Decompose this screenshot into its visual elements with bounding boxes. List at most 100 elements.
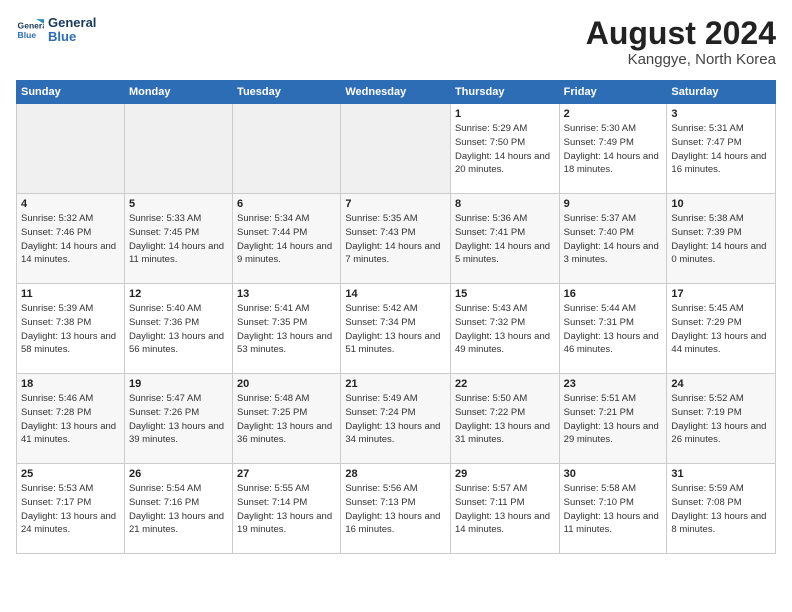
calendar-cell: 16 Sunrise: 5:44 AMSunset: 7:31 PMDayligh…: [559, 284, 667, 374]
calendar-cell: 9 Sunrise: 5:37 AMSunset: 7:40 PMDaylight…: [559, 194, 667, 284]
day-number: 2: [564, 108, 663, 120]
day-number: 3: [671, 108, 771, 120]
title-block: August 2024 Kanggye, North Korea: [586, 16, 776, 68]
day-info: Sunrise: 5:54 AMSunset: 7:16 PMDaylight:…: [129, 482, 228, 537]
day-info: Sunrise: 5:47 AMSunset: 7:26 PMDaylight:…: [129, 392, 228, 447]
day-info: Sunrise: 5:41 AMSunset: 7:35 PMDaylight:…: [237, 302, 336, 357]
day-header-sunday: Sunday: [17, 81, 125, 104]
day-number: 13: [237, 288, 336, 300]
calendar-cell: 6Sunrise: 5:34 AMSunset: 7:44 PMDaylight…: [233, 194, 341, 284]
day-number: 7: [345, 198, 446, 210]
calendar-body: 1 Sunrise: 5:29 AMSunset: 7:50 PMDaylight…: [17, 104, 776, 554]
calendar-cell: 13 Sunrise: 5:41 AMSunset: 7:35 PMDayligh…: [233, 284, 341, 374]
day-number: 24: [671, 378, 771, 390]
day-info: Sunrise: 5:56 AMSunset: 7:13 PMDaylight:…: [345, 482, 446, 537]
calendar-week-1: 1 Sunrise: 5:29 AMSunset: 7:50 PMDaylight…: [17, 104, 776, 194]
logo-text: General Blue: [48, 16, 96, 45]
logo-general: General: [48, 16, 96, 30]
svg-text:General: General: [18, 21, 44, 31]
day-number: 1: [455, 108, 555, 120]
day-info: Sunrise: 5:44 AMSunset: 7:31 PMDaylight:…: [564, 302, 663, 357]
calendar-cell: 4 Sunrise: 5:32 AMSunset: 7:46 PMDaylight…: [17, 194, 125, 284]
calendar-cell: 21Sunrise: 5:49 AMSunset: 7:24 PMDayligh…: [341, 374, 451, 464]
day-header-monday: Monday: [124, 81, 232, 104]
day-info: Sunrise: 5:55 AMSunset: 7:14 PMDaylight:…: [237, 482, 336, 537]
day-number: 4: [21, 198, 120, 210]
calendar-week-5: 25Sunrise: 5:53 AMSunset: 7:17 PMDayligh…: [17, 464, 776, 554]
day-info: Sunrise: 5:57 AMSunset: 7:11 PMDaylight:…: [455, 482, 555, 537]
day-info: Sunrise: 5:45 AMSunset: 7:29 PMDaylight:…: [671, 302, 771, 357]
calendar-cell: 31Sunrise: 5:59 AMSunset: 7:08 PMDayligh…: [667, 464, 776, 554]
day-number: 15: [455, 288, 555, 300]
day-info: Sunrise: 5:51 AMSunset: 7:21 PMDaylight:…: [564, 392, 663, 447]
day-number: 8: [455, 198, 555, 210]
calendar-cell: 29 Sunrise: 5:57 AMSunset: 7:11 PMDayligh…: [450, 464, 559, 554]
day-number: 10: [671, 198, 771, 210]
day-number: 20: [237, 378, 336, 390]
day-info: Sunrise: 5:30 AMSunset: 7:49 PMDaylight:…: [564, 122, 663, 177]
day-number: 26: [129, 468, 228, 480]
day-info: Sunrise: 5:33 AMSunset: 7:45 PMDaylight:…: [129, 212, 228, 267]
day-number: 21: [345, 378, 446, 390]
calendar-cell: 25Sunrise: 5:53 AMSunset: 7:17 PMDayligh…: [17, 464, 125, 554]
day-number: 31: [671, 468, 771, 480]
calendar-week-2: 4 Sunrise: 5:32 AMSunset: 7:46 PMDaylight…: [17, 194, 776, 284]
calendar-cell: 1 Sunrise: 5:29 AMSunset: 7:50 PMDaylight…: [450, 104, 559, 194]
day-number: 12: [129, 288, 228, 300]
calendar-cell: 8 Sunrise: 5:36 AMSunset: 7:41 PMDaylight…: [450, 194, 559, 284]
day-info: Sunrise: 5:48 AMSunset: 7:25 PMDaylight:…: [237, 392, 336, 447]
day-number: 22: [455, 378, 555, 390]
calendar-cell: 28Sunrise: 5:56 AMSunset: 7:13 PMDayligh…: [341, 464, 451, 554]
day-number: 16: [564, 288, 663, 300]
day-number: 29: [455, 468, 555, 480]
day-info: Sunrise: 5:42 AMSunset: 7:34 PMDaylight:…: [345, 302, 446, 357]
calendar-cell: 26 Sunrise: 5:54 AMSunset: 7:16 PMDayligh…: [124, 464, 232, 554]
calendar-header-row: SundayMondayTuesdayWednesdayThursdayFrid…: [17, 81, 776, 104]
day-number: 6: [237, 198, 336, 210]
day-info: Sunrise: 5:52 AMSunset: 7:19 PMDaylight:…: [671, 392, 771, 447]
svg-text:Blue: Blue: [18, 30, 37, 40]
calendar-cell: 18 Sunrise: 5:46 AMSunset: 7:28 PMDayligh…: [17, 374, 125, 464]
calendar-cell: 11Sunrise: 5:39 AMSunset: 7:38 PMDayligh…: [17, 284, 125, 374]
day-header-wednesday: Wednesday: [341, 81, 451, 104]
logo: General Blue General Blue: [16, 16, 96, 45]
day-info: Sunrise: 5:36 AMSunset: 7:41 PMDaylight:…: [455, 212, 555, 267]
calendar-cell: 5 Sunrise: 5:33 AMSunset: 7:45 PMDaylight…: [124, 194, 232, 284]
calendar-cell: [341, 104, 451, 194]
calendar-cell: 7 Sunrise: 5:35 AMSunset: 7:43 PMDaylight…: [341, 194, 451, 284]
page-header: General Blue General Blue August 2024 Ka…: [16, 16, 776, 68]
day-info: Sunrise: 5:32 AMSunset: 7:46 PMDaylight:…: [21, 212, 120, 267]
calendar-cell: 23 Sunrise: 5:51 AMSunset: 7:21 PMDayligh…: [559, 374, 667, 464]
day-info: Sunrise: 5:37 AMSunset: 7:40 PMDaylight:…: [564, 212, 663, 267]
logo-blue: Blue: [48, 30, 96, 44]
day-number: 23: [564, 378, 663, 390]
day-header-saturday: Saturday: [667, 81, 776, 104]
day-header-friday: Friday: [559, 81, 667, 104]
calendar-cell: 3Sunrise: 5:31 AMSunset: 7:47 PMDaylight…: [667, 104, 776, 194]
calendar-cell: 24 Sunrise: 5:52 AMSunset: 7:19 PMDayligh…: [667, 374, 776, 464]
day-number: 27: [237, 468, 336, 480]
calendar-cell: 30Sunrise: 5:58 AMSunset: 7:10 PMDayligh…: [559, 464, 667, 554]
calendar-cell: 12Sunrise: 5:40 AMSunset: 7:36 PMDayligh…: [124, 284, 232, 374]
day-number: 9: [564, 198, 663, 210]
calendar-cell: 19Sunrise: 5:47 AMSunset: 7:26 PMDayligh…: [124, 374, 232, 464]
subtitle: Kanggye, North Korea: [586, 51, 776, 68]
day-info: Sunrise: 5:35 AMSunset: 7:43 PMDaylight:…: [345, 212, 446, 267]
day-number: 5: [129, 198, 228, 210]
day-info: Sunrise: 5:29 AMSunset: 7:50 PMDaylight:…: [455, 122, 555, 177]
day-header-tuesday: Tuesday: [233, 81, 341, 104]
day-number: 11: [21, 288, 120, 300]
calendar-cell: 2 Sunrise: 5:30 AMSunset: 7:49 PMDaylight…: [559, 104, 667, 194]
day-info: Sunrise: 5:43 AMSunset: 7:32 PMDaylight:…: [455, 302, 555, 357]
day-number: 18: [21, 378, 120, 390]
calendar-cell: [17, 104, 125, 194]
calendar-cell: [233, 104, 341, 194]
day-info: Sunrise: 5:50 AMSunset: 7:22 PMDaylight:…: [455, 392, 555, 447]
calendar-cell: 17Sunrise: 5:45 AMSunset: 7:29 PMDayligh…: [667, 284, 776, 374]
calendar-cell: [124, 104, 232, 194]
calendar-cell: 22 Sunrise: 5:50 AMSunset: 7:22 PMDayligh…: [450, 374, 559, 464]
day-info: Sunrise: 5:46 AMSunset: 7:28 PMDaylight:…: [21, 392, 120, 447]
day-info: Sunrise: 5:38 AMSunset: 7:39 PMDaylight:…: [671, 212, 771, 267]
day-number: 25: [21, 468, 120, 480]
calendar-cell: 20 Sunrise: 5:48 AMSunset: 7:25 PMDayligh…: [233, 374, 341, 464]
